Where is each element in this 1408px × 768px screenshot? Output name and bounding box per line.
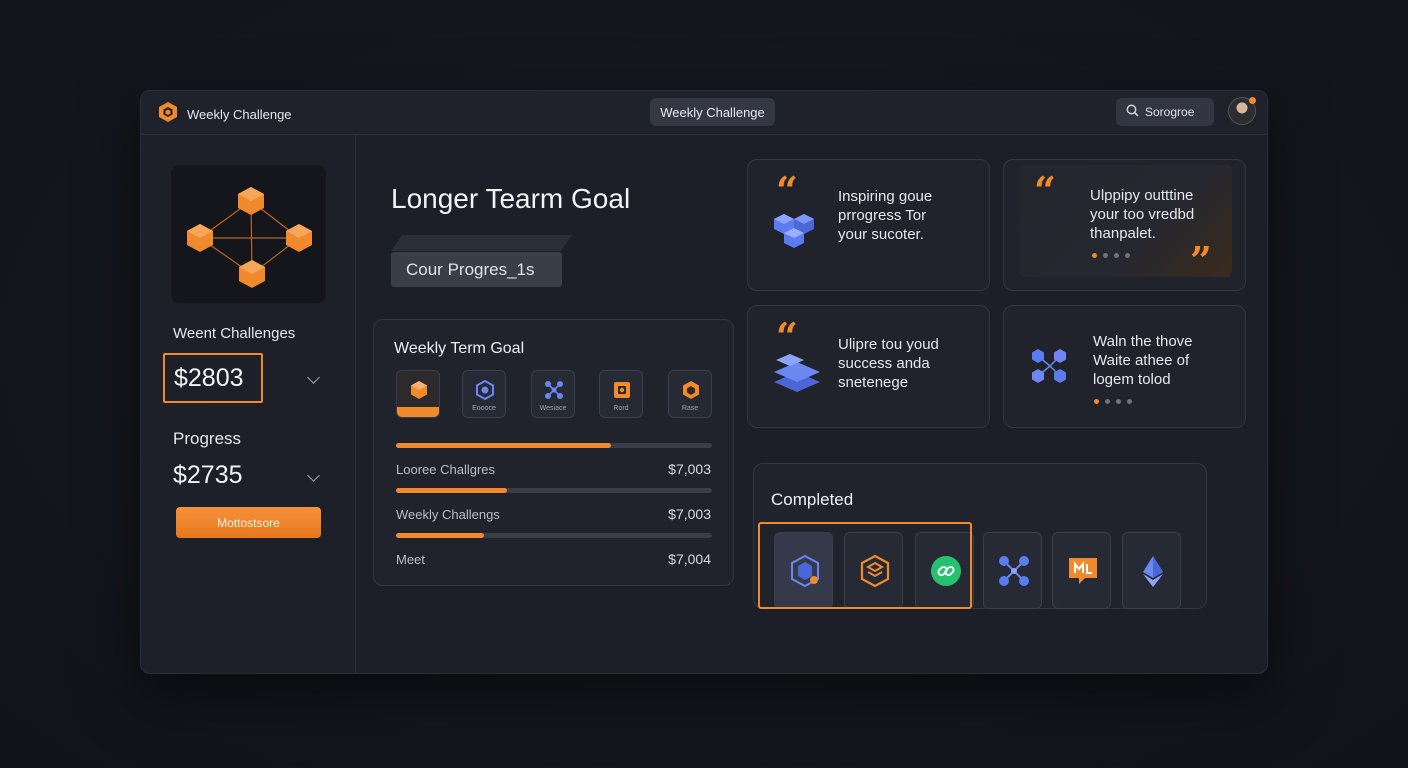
progress-bar bbox=[396, 533, 712, 538]
dot[interactable] bbox=[1114, 253, 1119, 258]
chevron-down-icon[interactable] bbox=[307, 469, 320, 482]
quote-card[interactable]: “ Inspiring goue prrogress Tor your suco… bbox=[747, 159, 990, 291]
progress-amount: $2735 bbox=[173, 461, 243, 489]
dot[interactable] bbox=[1127, 399, 1132, 404]
search-icon bbox=[1126, 104, 1139, 120]
ethereum-badge-icon bbox=[1143, 556, 1163, 587]
goal-box-tile[interactable]: Rord bbox=[599, 370, 643, 418]
achievement-badge[interactable] bbox=[983, 532, 1042, 609]
quote-close-icon: ” bbox=[1190, 238, 1212, 283]
cube-icon bbox=[411, 381, 427, 399]
hex-cluster-icon bbox=[1028, 344, 1072, 393]
progress-pill-shadow bbox=[391, 235, 573, 251]
dot[interactable] bbox=[1094, 399, 1099, 404]
dot[interactable] bbox=[1092, 253, 1097, 258]
completed-title: Completed bbox=[771, 490, 854, 509]
notification-dot bbox=[1249, 97, 1256, 104]
quote-line: Waln the thove bbox=[1093, 333, 1193, 350]
hero-blocks-image bbox=[171, 165, 326, 303]
goal-gem-tile[interactable]: Rase bbox=[668, 370, 712, 418]
weekly-term-goal-card: Weekly Term Goal Eoooce Wesiace Rord Ras… bbox=[373, 319, 734, 586]
action-button[interactable]: Mottostsore bbox=[176, 507, 321, 538]
logo-icon bbox=[157, 101, 179, 128]
quote-open-icon: “ bbox=[776, 314, 798, 359]
quote-line: your too vredbd bbox=[1090, 206, 1195, 223]
weekly-challenges-label: Weent Challenges bbox=[173, 325, 296, 342]
goal-hexagon-tile[interactable]: Eoooce bbox=[462, 370, 506, 418]
network-icon bbox=[545, 381, 563, 399]
completed-card: Completed bbox=[753, 463, 1207, 609]
row-value: $7,003 bbox=[668, 461, 711, 477]
dot[interactable] bbox=[1105, 399, 1110, 404]
goal-card-title: Weekly Term Goal bbox=[394, 340, 525, 357]
tile-label: Eoooce bbox=[472, 405, 496, 412]
quote-card[interactable]: Waln the thove Waite athee of logem tolo… bbox=[1003, 305, 1246, 428]
tile-label: Wesiace bbox=[539, 405, 567, 412]
progress-pill[interactable]: Cour Progres_1s bbox=[391, 252, 562, 287]
quote-card[interactable]: “ Ulipre tou youd success anda snetenege bbox=[747, 305, 990, 428]
row-label: Meet bbox=[396, 552, 425, 567]
progress-bar bbox=[396, 443, 712, 448]
quote-line: logem tolod bbox=[1093, 371, 1171, 388]
quote-line: snetenege bbox=[838, 374, 909, 391]
search-input[interactable]: Sorogroe bbox=[1116, 98, 1214, 126]
dot[interactable] bbox=[1103, 253, 1108, 258]
dot[interactable] bbox=[1116, 399, 1121, 404]
app-window: Weekly Challenge Weekly Challenge Sorogr… bbox=[140, 90, 1268, 674]
quote-line: Ulppipy outttine bbox=[1090, 187, 1194, 204]
progress-bar-fill bbox=[396, 443, 611, 448]
sidebar: Weent Challenges $2803 Progress $2735 Mo… bbox=[141, 135, 356, 673]
quote-line: Inspiring goue bbox=[838, 188, 933, 205]
box-icon bbox=[614, 382, 630, 398]
progress-bar-fill bbox=[396, 533, 485, 538]
hexagon-icon bbox=[476, 379, 494, 401]
top-bar: Weekly Challenge Weekly Challenge Sorogr… bbox=[141, 91, 1267, 135]
row-label: Looree Challgres bbox=[396, 462, 496, 477]
row-value: $7,003 bbox=[668, 506, 711, 522]
tile-accent bbox=[397, 407, 439, 417]
goal-network-tile[interactable]: Wesiace bbox=[531, 370, 575, 418]
quote-line: your sucoter. bbox=[838, 226, 924, 243]
achievement-badge[interactable] bbox=[1052, 532, 1111, 609]
row-label: Weekly Challengs bbox=[396, 507, 500, 522]
dot[interactable] bbox=[1125, 253, 1130, 258]
quote-card-featured[interactable]: “ Ulppipy outttine your too vredbd thanp… bbox=[1003, 159, 1246, 291]
row-value: $7,004 bbox=[668, 551, 711, 567]
gem-icon bbox=[683, 381, 699, 399]
progress-bar bbox=[396, 488, 712, 493]
achievement-badge[interactable] bbox=[1122, 532, 1181, 609]
quote-open-icon: “ bbox=[776, 168, 798, 213]
cube-cluster-icon bbox=[770, 210, 820, 257]
quote-line: success anda bbox=[838, 355, 930, 372]
tab-weekly-challenge[interactable]: Weekly Challenge bbox=[650, 98, 775, 126]
quote-text: Ulipre tou youd success anda snetenege bbox=[838, 335, 939, 392]
challenge-amount[interactable]: $2803 bbox=[163, 353, 263, 403]
quote-text: Inspiring goue prrogress Tor your sucote… bbox=[838, 187, 932, 244]
quote-text: Waln the thove Waite athee of logem tolo… bbox=[1093, 332, 1193, 389]
app-title: Weekly Challenge bbox=[187, 107, 292, 122]
search-text: Sorogroe bbox=[1145, 105, 1195, 119]
cube-network-icon bbox=[187, 187, 312, 288]
layers-icon bbox=[772, 352, 822, 401]
quote-line: prrogress Tor bbox=[838, 207, 927, 224]
quote-text: Ulppipy outttine your too vredbd thanpal… bbox=[1090, 186, 1194, 243]
tile-label: Rord bbox=[613, 405, 629, 412]
brand[interactable]: Weekly Challenge bbox=[157, 101, 292, 128]
quote-line: Ulipre tou youd bbox=[838, 336, 939, 353]
quote-line: Waite athee of bbox=[1093, 352, 1190, 369]
carousel-dots[interactable] bbox=[1094, 399, 1132, 404]
quote-line: thanpalet. bbox=[1090, 225, 1156, 242]
goal-cube-tile[interactable] bbox=[396, 370, 440, 418]
network-badge-icon bbox=[999, 556, 1029, 586]
carousel-dots[interactable] bbox=[1092, 253, 1130, 258]
progress-label: Progress bbox=[173, 429, 242, 448]
quote-open-icon: “ bbox=[1034, 168, 1056, 213]
chat-badge-icon bbox=[1069, 558, 1097, 584]
progress-bar-fill bbox=[396, 488, 507, 493]
page-title: Longer Tearm Goal bbox=[391, 183, 631, 214]
selection-highlight bbox=[758, 522, 972, 609]
chevron-down-icon[interactable] bbox=[307, 371, 320, 384]
tile-label: Rase bbox=[681, 405, 699, 412]
